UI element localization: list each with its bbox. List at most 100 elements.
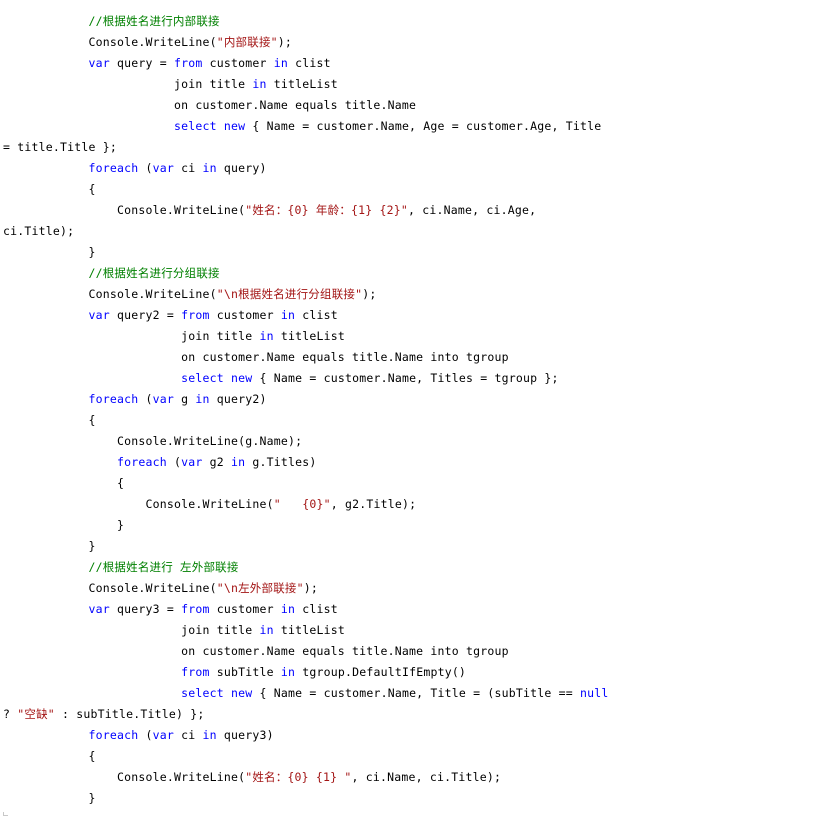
code-line: Console.WriteLine("\n根据姓名进行分组联接"); <box>3 284 811 305</box>
code-token-keyword: var <box>88 602 110 616</box>
code-token-plain: = title.Title }; <box>3 140 117 154</box>
code-token-keyword: new <box>230 371 253 385</box>
code-token-string: "姓名：{0} {1} " <box>245 770 352 784</box>
code-line: on customer.Name equals title.Name <box>3 95 811 116</box>
code-token-plain: Console.WriteLine( <box>3 35 217 49</box>
code-token-string: " {0}" <box>273 497 331 511</box>
code-token-string: "空缺" <box>17 707 55 721</box>
code-line: select new { Name = customer.Name, Age =… <box>3 116 811 137</box>
code-line: ci.Title); <box>3 221 811 242</box>
code-token-keyword: in <box>195 392 210 406</box>
code-token-plain: ( <box>138 728 153 742</box>
code-token-plain: customer <box>202 56 274 70</box>
code-line: join title in titleList <box>3 74 811 95</box>
code-token-plain: ( <box>138 161 153 175</box>
code-line: var query = from customer in clist <box>3 53 811 74</box>
code-token-plain: query3) <box>216 728 274 742</box>
code-token-keyword: var <box>88 308 110 322</box>
code-token-plain: { Name = customer.Name, Titles = tgroup … <box>252 371 559 385</box>
code-line: join title in titleList <box>3 326 811 347</box>
code-token-keyword: select <box>181 686 224 700</box>
code-token-plain: tgroup.DefaultIfEmpty() <box>295 665 467 679</box>
code-token-plain: clist <box>287 56 331 70</box>
code-token-plain: } <box>3 539 96 553</box>
code-token-plain: join title <box>3 329 260 343</box>
code-token-plain: { <box>3 413 96 427</box>
code-line: { <box>3 473 811 494</box>
code-token-comment: //根据姓名进行分组联接 <box>88 266 220 280</box>
code-token-plain: , ci.Name, ci.Age, <box>408 203 537 217</box>
code-token-keyword: new <box>230 686 253 700</box>
code-line: Console.WriteLine(g.Name); <box>3 431 811 452</box>
code-token-plain: Console.WriteLine( <box>3 770 246 784</box>
code-token-keyword: in <box>202 728 217 742</box>
code-token-keyword: from <box>181 665 210 679</box>
code-token-string: "内部联接" <box>216 35 278 49</box>
code-token-plain: : subTitle.Title) }; <box>54 707 205 721</box>
code-token-plain: Console.WriteLine( <box>3 581 217 595</box>
code-token-keyword: select <box>173 119 217 133</box>
code-token-plain: query3 = <box>109 602 182 616</box>
code-token-plain: Console.WriteLine( <box>3 497 274 511</box>
code-token-keyword: var <box>152 392 174 406</box>
code-line: { <box>3 746 811 767</box>
code-token-plain: customer <box>209 602 281 616</box>
code-token-string: "\n根据姓名进行分组联接" <box>216 287 363 301</box>
code-line: } <box>3 536 811 557</box>
code-line: Console.WriteLine("姓名：{0} {1} ", ci.Name… <box>3 767 811 788</box>
code-line: Console.WriteLine("内部联接"); <box>3 32 811 53</box>
code-line: = title.Title }; <box>3 137 811 158</box>
code-token-plain: titleList <box>266 77 338 91</box>
code-token-keyword: in <box>280 602 296 616</box>
code-line: foreach (var g2 in g.Titles) <box>3 452 811 473</box>
code-token-keyword: in <box>252 77 267 91</box>
code-token-plain: clist <box>295 308 338 322</box>
code-line: Console.WriteLine("姓名：{0} 年龄：{1} {2}", c… <box>3 200 811 221</box>
code-line: //根据姓名进行分组联接 <box>3 263 811 284</box>
code-token-plain: g <box>173 392 196 406</box>
code-token-plain: titleList <box>273 623 345 637</box>
code-token-keyword: in <box>259 623 274 637</box>
code-token-plain: { <box>3 476 125 490</box>
scroll-corner-mark <box>3 812 8 816</box>
code-line: //根据姓名进行内部联接 <box>3 11 811 32</box>
code-token-plain: g2 <box>202 455 231 469</box>
code-token-keyword: in <box>280 308 296 322</box>
code-token-plain: query = <box>109 56 174 70</box>
code-token-keyword: select <box>181 371 224 385</box>
code-token-plain: ci.Title); <box>3 224 75 238</box>
code-token-plain: subTitle <box>209 665 281 679</box>
code-token-comment: //根据姓名进行内部联接 <box>88 14 220 28</box>
code-token-plain: Console.WriteLine(g.Name); <box>3 434 303 448</box>
code-token-plain: query2) <box>209 392 267 406</box>
code-token-plain: on customer.Name equals title.Name into … <box>3 350 509 364</box>
code-token-plain: , ci.Name, ci.Title); <box>351 770 502 784</box>
code-token-comment: //根据姓名进行 左外部联接 <box>88 560 239 574</box>
code-token-plain: } <box>3 791 96 805</box>
code-token-plain: } <box>3 518 125 532</box>
code-token-plain: Console.WriteLine( <box>3 203 246 217</box>
code-line: select new { Name = customer.Name, Title… <box>3 368 811 389</box>
code-line: var query2 = from customer in clist <box>3 305 811 326</box>
code-token-plain: ( <box>138 392 153 406</box>
code-token-keyword: from <box>181 602 210 616</box>
code-token-plain: customer <box>209 308 281 322</box>
code-line: foreach (var g in query2) <box>3 389 811 410</box>
code-line: } <box>3 515 811 536</box>
code-line: select new { Name = customer.Name, Title… <box>3 683 811 704</box>
code-block: //根据姓名进行内部联接 Console.WriteLine("内部联接"); … <box>3 11 811 809</box>
code-line: } <box>3 788 811 809</box>
code-token-keyword: in <box>273 56 288 70</box>
code-line: var query3 = from customer in clist <box>3 599 811 620</box>
